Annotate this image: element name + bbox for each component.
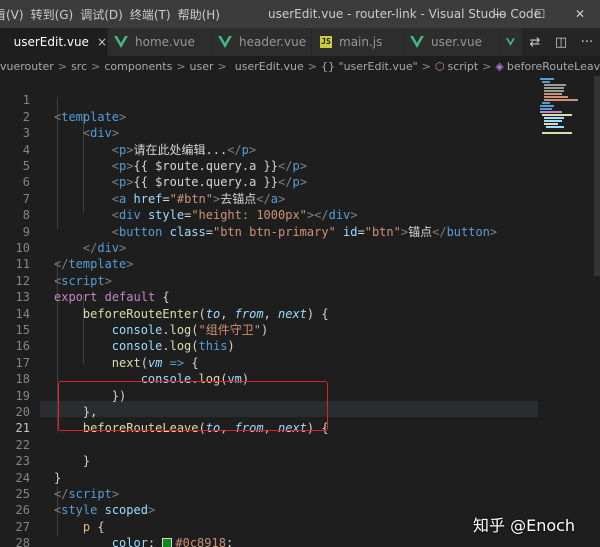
vue-icon [114,36,128,48]
tab-main-js[interactable]: JS main.js [312,28,404,56]
minimize-button[interactable]: — [480,0,520,28]
code-line: 2 <div> [22,109,120,141]
close-button[interactable]: ✕ [560,0,600,28]
scrollbar[interactable] [594,76,600,276]
breadcrumb-separator: > [482,59,492,73]
vue-icon [410,36,424,48]
vue-icon [6,41,7,43]
tab-label: userEdit.vue [13,35,89,49]
code-line: 23 } [15,454,62,485]
tab-header[interactable]: header.vue [212,28,312,56]
code-line: 24 </script> [15,470,120,501]
title-bar: 看(V) 转到(G) 调试(D) 终端(T) 帮助(H) userEdit.vu… [0,0,600,28]
tab-home[interactable]: home.vue [108,28,212,56]
breadcrumb-user[interactable]: user [190,60,214,73]
code-line: 15 console.log(this) [15,323,235,354]
editor-tabs: userEdit.vue × home.vue header.vue JS ma… [0,28,600,56]
code-line: 10 </template> [15,241,134,272]
more-actions-icon[interactable]: ··· [574,35,600,50]
breadcrumb-method[interactable]: beforeRouteLeave [507,60,600,73]
breadcrumb-separator: > [307,59,318,73]
breadcrumb-separator: > [421,59,431,73]
breadcrumb-separator: > [57,59,68,73]
tab-actions: ⇄ ◫ ··· [522,28,600,56]
menu-bar: 看(V) 转到(G) 调试(D) 终端(T) 帮助(H) [0,0,227,28]
breadcrumb-separator: > [176,59,186,73]
code-line: </style> [0,535,540,547]
breadcrumb-components[interactable]: components [104,60,172,73]
maximize-button[interactable]: ☐ [520,0,560,28]
breadcrumb: vuerouter > src > components > user > us… [0,56,600,76]
code-line: 17 console.log(vm) [15,355,250,387]
code-line: 1 <template> [22,93,127,124]
code-line: 14 console.log("组件守卫") [15,306,269,337]
tab-overflow[interactable] [500,28,522,56]
tab-label: user.vue [431,35,482,49]
breadcrumb-file[interactable]: userEdit.vue [235,60,304,73]
code-line: 9 </div> [22,224,127,255]
code-line: 13 beforeRouteEnter(to, from, next) { [15,290,329,321]
tab-label: main.js [339,35,383,49]
code-line: 25 <style scoped> [15,487,156,518]
tab-useredit[interactable]: userEdit.vue × [0,28,108,56]
close-icon[interactable]: × [97,35,107,49]
breadcrumb-script[interactable]: script [448,60,479,73]
code-line: 4 <p>{{ $route.query.a }}</p> [22,142,307,173]
method-icon: ◈ [495,59,504,73]
menu-help[interactable]: 帮助(H) [178,6,227,23]
code-line: 28 } [15,536,30,547]
js-icon: JS [320,36,332,48]
code-editor[interactable]: 1 <template> 2 <div> 3 <p>请在此处编辑...</p> … [0,76,600,547]
menu-debug[interactable]: 调试(D) [80,6,130,23]
symbol-icon: ⬡ [434,59,445,73]
breadcrumb-vuerouter[interactable]: vuerouter [0,60,54,73]
code-line: 6 <a href="#btn">去锚点</a> [22,175,286,206]
code-line: 18 }) [15,372,127,403]
split-editor-icon[interactable]: ◫ [548,35,574,50]
menu-view[interactable]: 看(V) [0,6,31,23]
open-changes-icon[interactable]: ⇄ [522,35,548,50]
code-line: 16 next(vm => { [15,339,199,370]
code-line: 26 p { [15,503,105,534]
code-line: 11 <script> [15,257,112,288]
breadcrumb-module[interactable]: {} "userEdit.vue" [321,60,418,73]
breadcrumb-separator: > [91,59,101,73]
tab-label: home.vue [135,35,195,49]
breadcrumb-src[interactable]: src [71,60,87,73]
code-line: 3 <p>请在此处编辑...</p> [22,126,257,157]
code-line: 7 <div style="height: 1000px"></div> [22,191,358,223]
code-line: 5 <p>{{ $route.query.a }}</p> [22,159,307,190]
code-line: 12 export default { [15,273,170,305]
menu-terminal[interactable]: 终端(T) [130,6,178,23]
code-line: 27 color: #0c8918; [15,519,234,547]
tab-label: header.vue [239,35,307,49]
code-line: 8 <button class="btn btn-primary" id="bt… [22,208,498,239]
vue-icon [218,36,232,48]
menu-go[interactable]: 转到(G) [31,6,81,23]
vue-icon [506,38,515,46]
breadcrumb-separator: > [217,59,227,73]
minimap[interactable] [538,76,600,276]
watermark: 知乎 @Enoch [473,516,576,535]
highlight-box [58,381,328,431]
tab-user[interactable]: user.vue [404,28,500,56]
